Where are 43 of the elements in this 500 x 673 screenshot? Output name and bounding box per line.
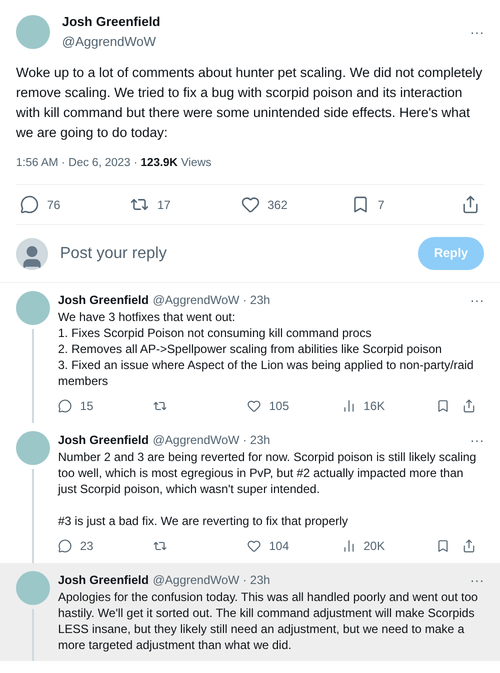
action-count: 23 <box>80 538 94 555</box>
reply-text: Apologies for the confusion today. This was all handled poorly and went out too hastily. We'll get it sorted out. The kill command adjustment will make Scorpids LESS insane, but they likely still need an adjustment, but we need to make a more targeted adjustment than what we did. <box>58 589 479 653</box>
bookmark-icon[interactable] <box>436 399 450 413</box>
repost-icon[interactable] <box>152 399 166 413</box>
action-count: 15 <box>80 398 94 415</box>
action-count: 16K <box>364 398 385 415</box>
bookmark-icon[interactable] <box>436 539 450 553</box>
reply-icon[interactable] <box>58 399 72 413</box>
action-count: 17 <box>157 196 171 214</box>
author-handle[interactable]: @AggrendWoW <box>62 32 160 51</box>
reply-icon[interactable] <box>58 539 72 553</box>
bar-chart-icon[interactable] <box>342 399 356 413</box>
tweet-meta: 1:56 AM · Dec 6, 2023 · 123.9K Views <box>16 156 212 171</box>
author-handle[interactable]: @AggrendWoW · 23h <box>152 571 270 589</box>
reply-text: We have 3 hotfixes that went out: 1. Fixes Scorpid Poison not consuming kill command procs 2. Removes all AP->Spellpower scaling from abilities like Scorpid poison 3. Fixed an issue where Aspect of the Lion was being applied to non-party/raid members <box>58 309 475 389</box>
reply-text: Number 2 and 3 are being reverted for now. Scorpid poison is still likely scaling too well, which is most egregious in PvP, but #2 actually impacted more than just Scorpid poison, which wasn't super intended. #3 is just a bad fix. We are reverting to fix that properly <box>58 449 478 529</box>
heart-icon[interactable] <box>247 399 261 413</box>
action-count: 76 <box>47 196 60 214</box>
tweet-text: Woke up to a lot of comments about hunter pet scaling. We did not completely remove scaling. We tried to fix a bug with scorpid poison and its interaction with kill command but there were some unintended side effects. Here's what we are going to do today: <box>16 64 484 142</box>
share-icon[interactable] <box>462 399 476 413</box>
author-handle[interactable]: @AggrendWoW · 23h <box>152 431 270 449</box>
bar-chart-icon[interactable] <box>342 539 356 553</box>
more-button[interactable]: ··· <box>470 573 484 587</box>
reply-card[interactable] <box>0 563 500 661</box>
more-button[interactable]: ··· <box>470 293 484 307</box>
repost-icon[interactable] <box>152 539 166 553</box>
action-count: 105 <box>269 398 290 415</box>
author-name[interactable]: Josh Greenfield <box>58 431 149 449</box>
action-count: 20K <box>364 538 385 555</box>
share-icon[interactable] <box>462 539 476 553</box>
more-button[interactable]: ··· <box>470 24 484 38</box>
reply-icon[interactable] <box>20 195 39 214</box>
author-name[interactable]: Josh Greenfield <box>58 571 149 589</box>
author-name[interactable]: Josh Greenfield <box>58 291 149 309</box>
heart-icon[interactable] <box>247 539 261 553</box>
action-count: 104 <box>269 538 290 555</box>
share-icon[interactable] <box>461 195 480 214</box>
author-handle[interactable]: @AggrendWoW · 23h <box>152 291 270 309</box>
action-count: 7 <box>378 196 384 214</box>
author-name[interactable]: Josh Greenfield <box>62 12 160 32</box>
heart-icon[interactable] <box>240 195 260 214</box>
more-button[interactable]: ··· <box>470 433 484 447</box>
action-count: 362 <box>268 196 288 214</box>
